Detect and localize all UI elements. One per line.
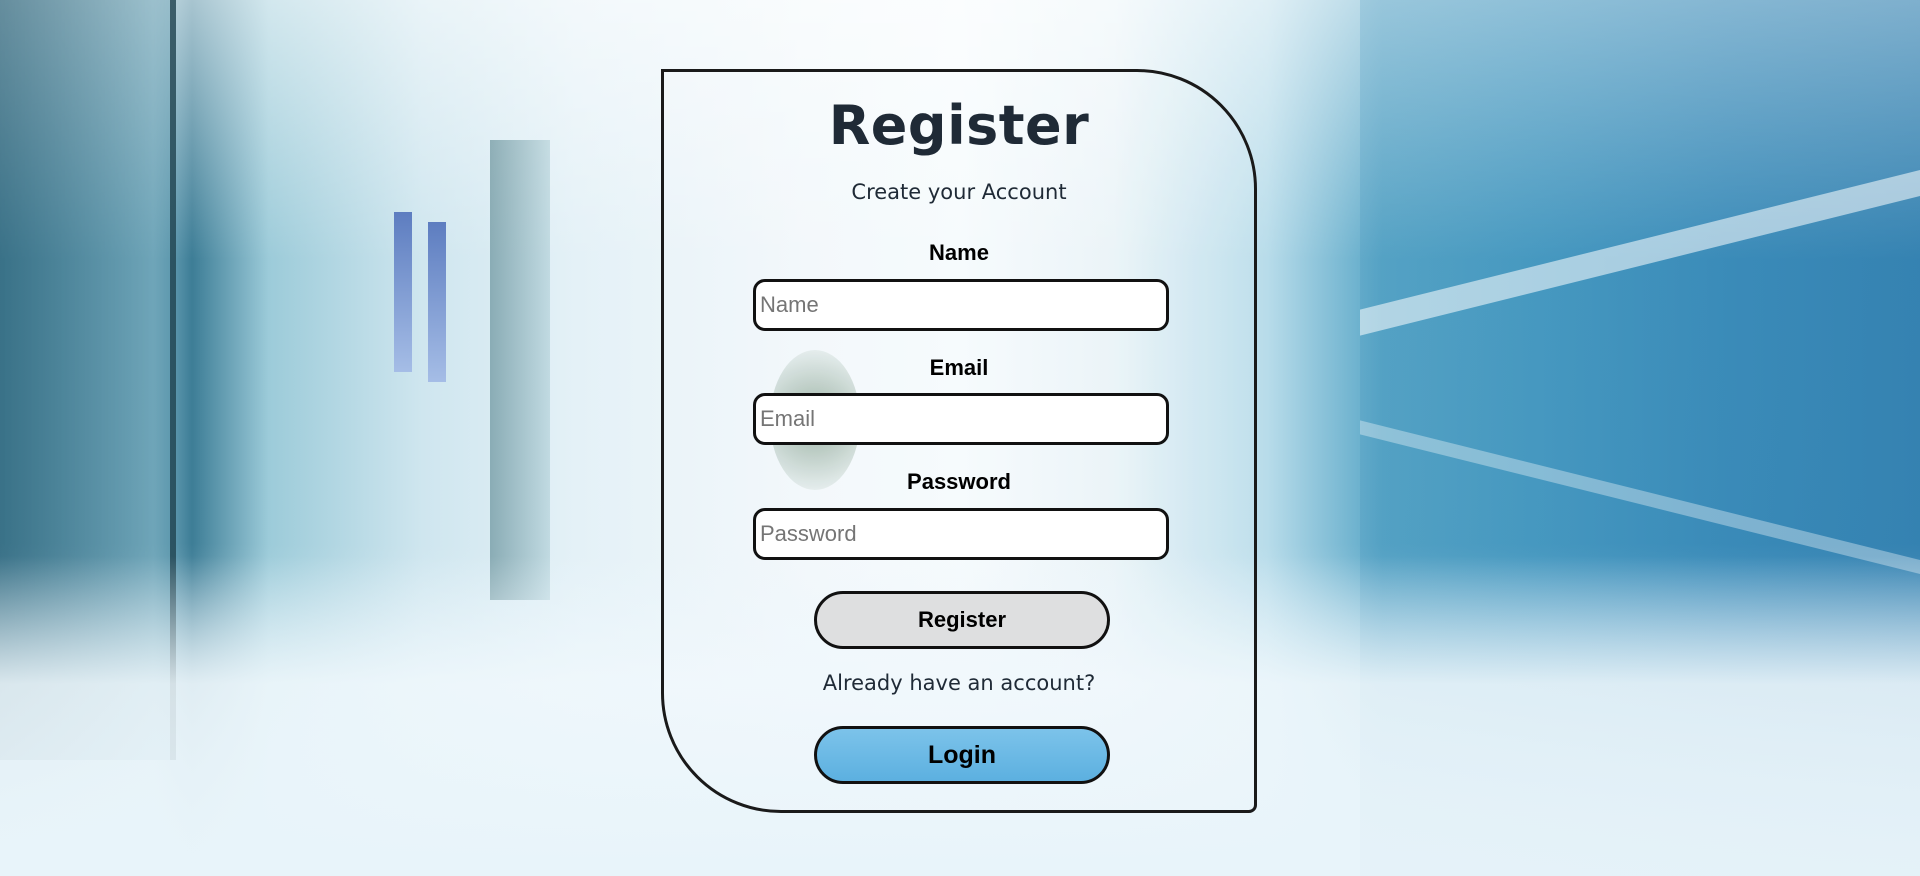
already-have-account-text: Already have an account? [822,671,1096,695]
email-field[interactable] [753,393,1169,445]
page-subtitle: Create your Account [851,180,1067,204]
register-form: Register Create your Account Name Email … [664,72,1254,810]
register-button[interactable]: Register [814,591,1110,649]
register-card: Register Create your Account Name Email … [661,69,1257,813]
email-label: Email [929,355,989,380]
background-poster [428,222,446,382]
page-title: Register [828,94,1090,157]
name-label: Name [929,240,989,265]
background-door [490,140,550,600]
password-label: Password [907,469,1011,494]
login-button[interactable]: Login [814,726,1110,784]
background-poster [394,212,412,372]
password-field[interactable] [753,508,1169,560]
name-field[interactable] [753,279,1169,331]
